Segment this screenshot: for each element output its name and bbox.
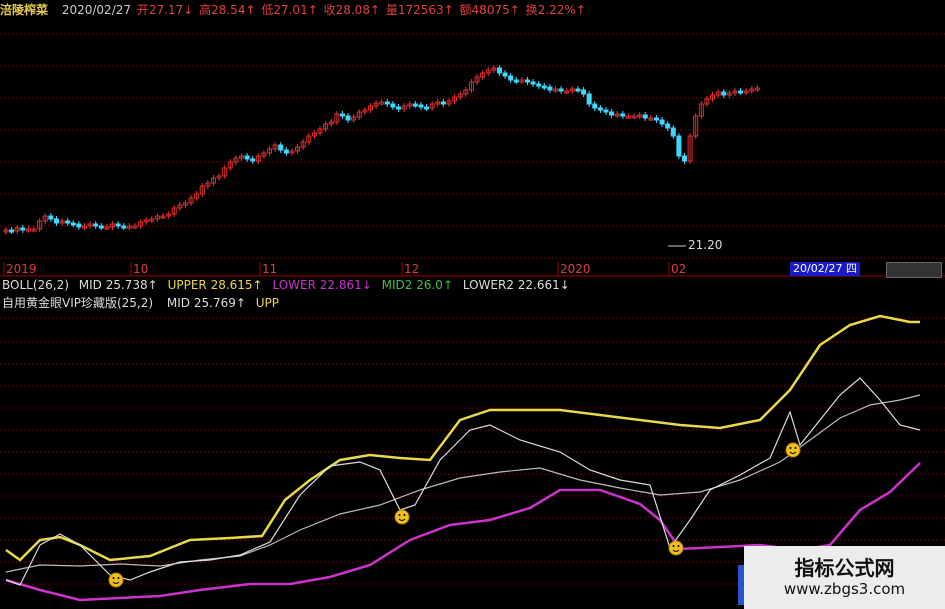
x-axis-label: 11 [262,262,277,276]
candle-body [496,67,502,74]
boll-mid: MID 25.738↑ [78,278,158,292]
candle-body [642,114,648,119]
candle-body [676,135,682,157]
candle-body [530,81,536,85]
smiley-marker-icon [108,572,124,588]
smiley-eye [672,545,675,547]
candle-body [681,155,687,162]
vip-mid: MID 25.769↑ [166,296,246,310]
candle-body [558,88,564,92]
smiley-marker-icon [785,442,801,458]
smiley-eye [398,514,401,516]
candle-body [244,155,250,160]
x-axis-label: 12 [404,262,419,276]
candle-body [48,215,54,220]
candle-body [53,218,59,224]
candle-body [384,101,390,105]
candle-body [524,79,530,83]
candle-body [536,83,542,87]
vip-legend: 自用黄金眼VIP珍藏版(25,2) MID 25.769↑ UPP [2,294,279,311]
candle-body [670,127,676,137]
candle-body [738,90,744,94]
candle-body [547,86,553,91]
candle-body [665,123,671,129]
boll-lower2: LOWER2 22.661↓ [462,278,570,292]
smiley-eye [677,545,680,547]
smiley-eye [789,447,792,449]
candle-body [620,113,626,117]
signal-markers [108,442,801,588]
vip-upper: UPP [255,296,279,310]
x-axis: 2019 10 11 12 2020 02 [3,262,686,276]
candle-body [586,93,592,105]
candle-body [98,225,104,229]
x-axis-label: 2020 [560,262,591,276]
boll-lower: LOWER 22.861↓ [272,278,372,292]
smiley-eye [794,447,797,449]
candle-body [424,106,430,110]
smiley-marker-icon [668,540,684,556]
candle-body [250,158,256,162]
candle-body [659,119,665,125]
candle-body [390,103,396,108]
candle-body [345,115,351,121]
x-axis-label: 02 [671,262,686,276]
watermark-title: 指标公式网 [794,556,895,580]
watermark-url: www.zbgs3.com [783,580,906,598]
candle-body [721,91,727,96]
smiley-eye [117,577,120,579]
candle-body [513,79,519,83]
candle-body [121,225,127,229]
candle-body [396,106,402,110]
current-date-label: 20/02/27 四 [790,262,860,276]
candle-body [65,220,71,224]
candle-body [440,101,446,105]
low-annotation: 21.20 [688,238,722,252]
boll-mid2: MID2 26.0↑ [381,278,453,292]
x-axis-label: 10 [133,262,148,276]
candle-body [76,223,82,228]
candle-body [20,227,26,231]
candle-body [418,104,424,108]
candle-body [283,149,289,154]
candle-body [278,144,284,151]
candlestick-series [3,65,760,235]
candle-body [115,223,121,227]
candle-body [575,88,581,92]
x-axis-label: 2019 [6,262,37,276]
candle-body [508,75,514,81]
vip-name[interactable]: 自用黄金眼VIP珍藏版(25,2) [2,296,153,310]
smiley-eye [403,514,406,516]
candle-body [412,103,418,107]
boll-legend: BOLL(26,2) MID 25.738↑ UPPER 28.615↑ LOW… [2,278,570,292]
boll-name[interactable]: BOLL(26,2) [2,278,69,292]
candle-body [93,223,99,227]
candle-body [581,89,587,95]
smiley-marker-icon [394,509,410,525]
smiley-eye [112,577,115,579]
candle-body [541,85,547,89]
candle-body [502,72,508,77]
candle-body [592,103,598,109]
candle-body [597,107,603,111]
candle-body [609,111,615,116]
watermark-badge: 指标公式网 www.zbgs3.com [744,546,945,609]
candle-body [653,117,659,121]
candle-body [339,113,345,117]
chart-scroll-handle[interactable] [886,262,942,278]
boll-upper: UPPER 28.615↑ [167,278,263,292]
candle-body [603,109,609,113]
candle-body [9,229,15,233]
candle-body [70,222,76,226]
